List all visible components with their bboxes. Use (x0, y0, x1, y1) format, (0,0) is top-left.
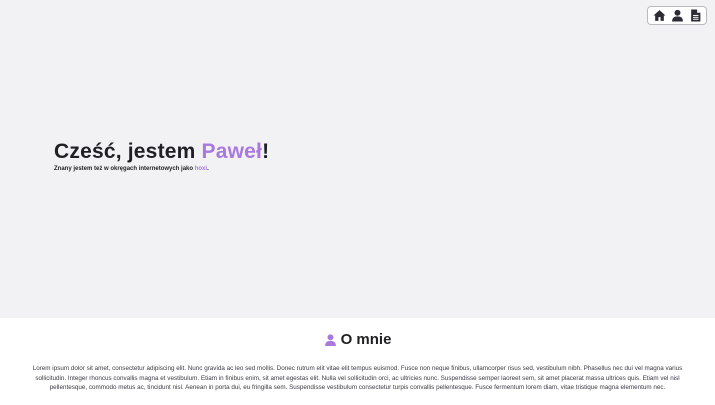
home-icon (653, 10, 665, 21)
hero-section: Cześć, jestem Paweł! Znany jestem też w … (0, 0, 715, 318)
about-section: O mnie Lorem ipsum dolor sit amet, conse… (0, 318, 715, 405)
nav-about-button[interactable] (670, 9, 684, 23)
hero-nickname: hoxi (194, 166, 208, 172)
hero-name: Paweł (201, 140, 263, 163)
hero-title: Cześć, jestem Paweł! (54, 140, 269, 164)
hero-subtitle: Znany jestem też w okręgach internetowyc… (54, 166, 209, 172)
user-icon (324, 333, 336, 346)
user-icon (671, 9, 683, 22)
about-title: O mnie (340, 331, 392, 348)
hero-exclamation: ! (262, 140, 270, 163)
about-text: Lorem ipsum dolor sit amet, consectetur … (32, 365, 683, 391)
hero-greeting: Cześć, jestem (54, 140, 202, 163)
nav-home-button[interactable] (652, 9, 666, 23)
hero-subtitle-suffix: . (207, 166, 209, 172)
nav-document-button[interactable] (688, 9, 702, 23)
about-heading: O mnie (0, 331, 715, 348)
top-navigation (647, 6, 707, 25)
document-icon (690, 9, 700, 22)
hero-subtitle-prefix: Znany jestem też w okręgach internetowyc… (54, 166, 195, 172)
